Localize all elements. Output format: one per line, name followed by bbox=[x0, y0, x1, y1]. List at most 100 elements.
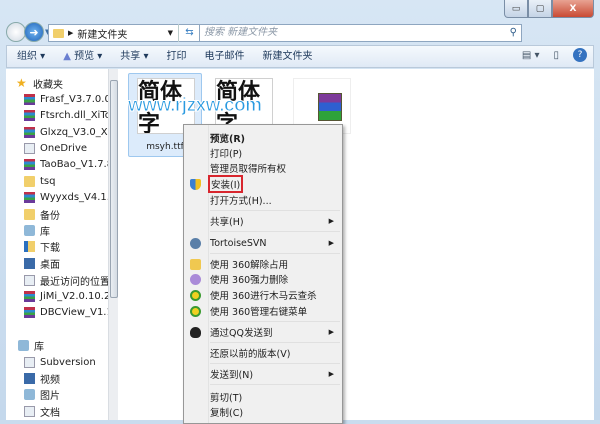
nav-item-label: 下载 bbox=[40, 242, 60, 254]
menu-label: 使用 360强力删除 bbox=[210, 275, 289, 286]
navigation-buttons: ➜ ▼ bbox=[6, 22, 50, 42]
navigation-scrollbar[interactable] bbox=[108, 69, 118, 420]
watermark: www.rjzxw.com bbox=[128, 95, 263, 117]
email-button[interactable]: 电子邮件 bbox=[195, 46, 253, 67]
menu-label: TortoiseSVN bbox=[210, 237, 267, 249]
nav-item[interactable]: JiMi_V2.0.10.24_ bbox=[24, 288, 108, 304]
submenu-arrow-icon: ▶ bbox=[328, 370, 334, 378]
menu-item-install[interactable]: 安装(I) bbox=[184, 175, 342, 193]
libraries-header[interactable]: 库 bbox=[18, 337, 44, 353]
onedrive-icon bbox=[24, 142, 35, 154]
nav-item[interactable]: Wyyxds_V4.1.1. bbox=[24, 189, 108, 205]
nav-item[interactable]: 桌面 bbox=[24, 255, 60, 271]
menu-separator bbox=[210, 210, 340, 211]
nav-item[interactable]: 最近访问的位置 bbox=[24, 272, 108, 288]
breadcrumb-arrow-icon[interactable]: ▶ bbox=[68, 29, 73, 37]
archive-icon bbox=[24, 93, 35, 105]
preview-button[interactable]: ▲ 预览 ▾ bbox=[54, 46, 111, 67]
nav-item[interactable]: DBCView_V1.1_ bbox=[24, 304, 108, 320]
nav-item[interactable]: 下载 bbox=[24, 238, 60, 254]
submenu-arrow-icon: ▶ bbox=[328, 239, 334, 247]
nav-item[interactable]: Ftsrch.dll_XiTon bbox=[24, 107, 108, 123]
menu-item-copy[interactable]: 复制(C) bbox=[184, 404, 342, 420]
documents-icon bbox=[24, 405, 35, 417]
360-manage-icon bbox=[190, 305, 201, 317]
menu-item-tortoisesvn[interactable]: TortoiseSVN ▶ bbox=[184, 235, 342, 251]
refresh-button[interactable]: ⇆ bbox=[178, 24, 200, 42]
menu-item-share[interactable]: 共享(H) ▶ bbox=[184, 213, 342, 229]
nav-item[interactable]: 图片 bbox=[24, 386, 60, 402]
view-options-icon[interactable]: ▤ ▾ bbox=[522, 50, 540, 61]
360-unlock-icon bbox=[190, 258, 201, 270]
menu-label: 共享(H) bbox=[210, 217, 244, 228]
nav-item[interactable]: 备份 bbox=[24, 206, 60, 222]
nav-item[interactable]: Glxzq_V3.0_XiTo bbox=[24, 124, 108, 140]
nav-item-label: Wyyxds_V4.1.1. bbox=[40, 191, 108, 203]
favorites-header[interactable]: ★ 收藏夹 bbox=[16, 75, 63, 91]
menu-item-360-delete[interactable]: 使用 360强力删除 bbox=[184, 271, 342, 287]
menu-label: 发送到(N) bbox=[210, 370, 254, 381]
nav-item[interactable]: 视频 bbox=[24, 370, 60, 386]
menu-label: 使用 360解除占用 bbox=[210, 260, 289, 271]
nav-item[interactable]: 库 bbox=[24, 222, 50, 238]
menu-item-print[interactable]: 打印(P) bbox=[184, 145, 342, 161]
breadcrumb-current[interactable]: 新建文件夹 bbox=[77, 26, 127, 41]
nav-item[interactable]: Subversion bbox=[24, 354, 96, 370]
nav-item[interactable]: Frasf_V3.7.0.0_X bbox=[24, 91, 108, 107]
menu-item-take-ownership[interactable]: 管理员取得所有权 bbox=[184, 160, 342, 176]
search-input[interactable]: 搜索 新建文件夹 ⚲ bbox=[199, 24, 522, 42]
menu-item-cut[interactable]: 剪切(T) bbox=[184, 389, 342, 405]
menu-separator bbox=[210, 342, 340, 343]
address-dropdown-icon[interactable]: ▼ bbox=[168, 29, 173, 37]
recent-places-icon bbox=[24, 274, 35, 286]
favorites-label: 收藏夹 bbox=[33, 79, 63, 91]
menu-item-360-manage[interactable]: 使用 360管理右键菜单 bbox=[184, 303, 342, 319]
nav-item-label: TaoBao_V1.7.8. bbox=[40, 158, 108, 170]
nav-item[interactable]: TaoBao_V1.7.8. bbox=[24, 156, 108, 172]
close-button[interactable]: X bbox=[552, 0, 594, 18]
navigation-pane: ★ 收藏夹 Frasf_V3.7.0.0_X Ftsrch.dll_XiTon G… bbox=[6, 69, 108, 420]
nav-item[interactable]: tsq bbox=[24, 173, 55, 189]
menu-label: 安装(I) bbox=[207, 175, 244, 193]
nav-item-label: 桌面 bbox=[40, 259, 60, 271]
submenu-arrow-icon: ▶ bbox=[328, 328, 334, 336]
archive-icon bbox=[24, 126, 35, 138]
archive-icon bbox=[24, 191, 35, 203]
desktop-icon bbox=[24, 257, 35, 269]
nav-item-label: tsq bbox=[40, 175, 56, 187]
menu-item-360-scan[interactable]: 使用 360进行木马云查杀 bbox=[184, 287, 342, 303]
minimize-button[interactable]: ▭ bbox=[504, 0, 528, 18]
menu-item-send-to[interactable]: 发送到(N) ▶ bbox=[184, 366, 342, 382]
print-button[interactable]: 打印 bbox=[157, 46, 195, 67]
help-icon[interactable]: ? bbox=[573, 48, 587, 62]
menu-label: 使用 360进行木马云查杀 bbox=[210, 291, 317, 302]
scrollbar-thumb[interactable] bbox=[110, 80, 118, 298]
maximize-button[interactable]: ▢ bbox=[528, 0, 552, 18]
menu-item-send-via-qq[interactable]: 通过QQ发送到 ▶ bbox=[184, 324, 342, 340]
nav-item[interactable]: OneDrive bbox=[24, 140, 87, 156]
menu-item-restore-versions[interactable]: 还原以前的版本(V) bbox=[184, 345, 342, 361]
nav-item[interactable]: 文档 bbox=[24, 403, 60, 419]
360-scan-icon bbox=[190, 289, 201, 301]
nav-item-label: Glxzq_V3.0_XiTo bbox=[40, 126, 108, 138]
search-icon[interactable]: ⚲ bbox=[510, 25, 517, 41]
new-folder-button[interactable]: 新建文件夹 bbox=[253, 46, 321, 67]
preview-pane-icon[interactable]: ▯ bbox=[553, 50, 559, 61]
menu-item-preview[interactable]: 预览(R) bbox=[184, 130, 342, 146]
organize-button[interactable]: 组织 ▾ bbox=[7, 46, 54, 67]
archive-icon bbox=[24, 158, 35, 170]
360-delete-icon bbox=[190, 273, 201, 285]
menu-item-open-with[interactable]: 打开方式(H)... bbox=[184, 192, 342, 208]
library-icon bbox=[18, 339, 29, 351]
back-button[interactable] bbox=[6, 22, 26, 42]
downloads-icon bbox=[24, 240, 35, 252]
video-icon bbox=[24, 372, 35, 384]
preview-label: 预览 ▾ bbox=[74, 51, 103, 62]
forward-button[interactable]: ➜ bbox=[24, 22, 44, 42]
menu-separator bbox=[210, 384, 340, 385]
share-button[interactable]: 共享 ▾ bbox=[111, 46, 157, 67]
nav-item-label: Ftsrch.dll_XiTon bbox=[40, 109, 108, 121]
menu-item-360-unlock[interactable]: 使用 360解除占用 bbox=[184, 256, 342, 272]
menu-label: 通过QQ发送到 bbox=[210, 328, 273, 339]
archive-icon bbox=[24, 109, 35, 121]
